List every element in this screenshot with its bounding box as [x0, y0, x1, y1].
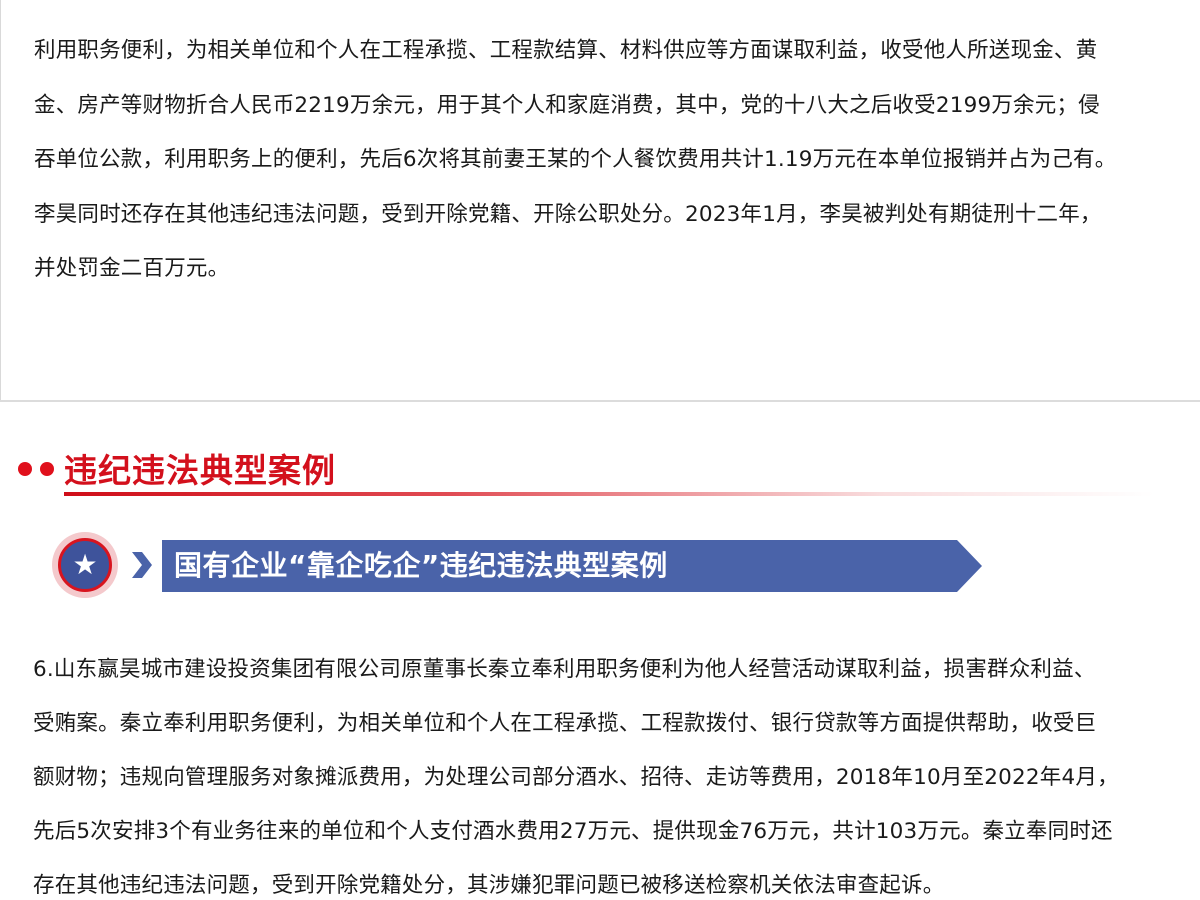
chevron-right-icon [132, 552, 152, 578]
slide-bottom: 违纪违法典型案例 ★ 国有企业“靠企吃企”违纪违法典型案例 6.山东嬴昊城市建设… [0, 402, 1200, 900]
paragraph-line: 受贿案。秦立奉利用职务便利，为相关单位和个人在工程承揽、工程款拨付、银行贷款等方… [33, 711, 1097, 736]
paragraph-line: 存在其他违纪违法问题，受到开除党籍处分，其涉嫌犯罪问题已被移送检察机关依法审查起… [33, 873, 945, 898]
star-icon: ★ [58, 538, 112, 592]
section-title: 违纪违法典型案例 [64, 451, 336, 490]
bullet-dot-icon [40, 462, 54, 476]
case-paragraph-top: 利用职务便利，为相关单位和个人在工程承揽、工程款结算、材料供应等方面谋取利益，收… [34, 24, 1164, 297]
slide-top: 利用职务便利，为相关单位和个人在工程承揽、工程款结算、材料供应等方面谋取利益，收… [0, 0, 1200, 400]
banner-bar: 国有企业“靠企吃企”违纪违法典型案例 [162, 540, 982, 592]
paragraph-line: 吞单位公款，利用职务上的便利，先后6次将其前妻王某的个人餐饮费用共计1.19万元… [34, 147, 1117, 172]
paragraph-line: 金、房产等财物折合人民币2219万余元，用于其个人和家庭消费，其中，党的十八大之… [34, 92, 1100, 118]
star-badge: ★ [52, 532, 118, 598]
case-paragraph: 6.山东嬴昊城市建设投资集团有限公司原董事长秦立奉利用职务便利为他人经营活动谋取… [33, 643, 1173, 900]
paragraph-line: 并处罚金二百万元。 [34, 256, 230, 281]
subtitle-banner: ★ 国有企业“靠企吃企”违纪违法典型案例 [52, 532, 992, 602]
paragraph-line: 额财物；违规向管理服务对象摊派费用，为处理公司部分酒水、招待、走访等费用，201… [33, 765, 1119, 790]
paragraph-line: 6.山东嬴昊城市建设投资集团有限公司原董事长秦立奉利用职务便利为他人经营活动谋取… [33, 657, 1096, 682]
document-page: 利用职务便利，为相关单位和个人在工程承揽、工程款结算、材料供应等方面谋取利益，收… [0, 0, 1200, 900]
paragraph-line: 先后5次安排3个有业务往来的单位和个人支付酒水费用27万元、提供现金76万元，共… [33, 819, 1113, 844]
banner-title: 国有企业“靠企吃企”违纪违法典型案例 [174, 549, 668, 582]
section-underline [64, 492, 1154, 496]
paragraph-line: 李昊同时还存在其他违纪违法问题，受到开除党籍、开除公职处分。2023年1月，李昊… [34, 201, 1102, 227]
bullet-dot-icon [18, 462, 32, 476]
paragraph-line: 利用职务便利，为相关单位和个人在工程承揽、工程款结算、材料供应等方面谋取利益，收… [34, 38, 1098, 63]
